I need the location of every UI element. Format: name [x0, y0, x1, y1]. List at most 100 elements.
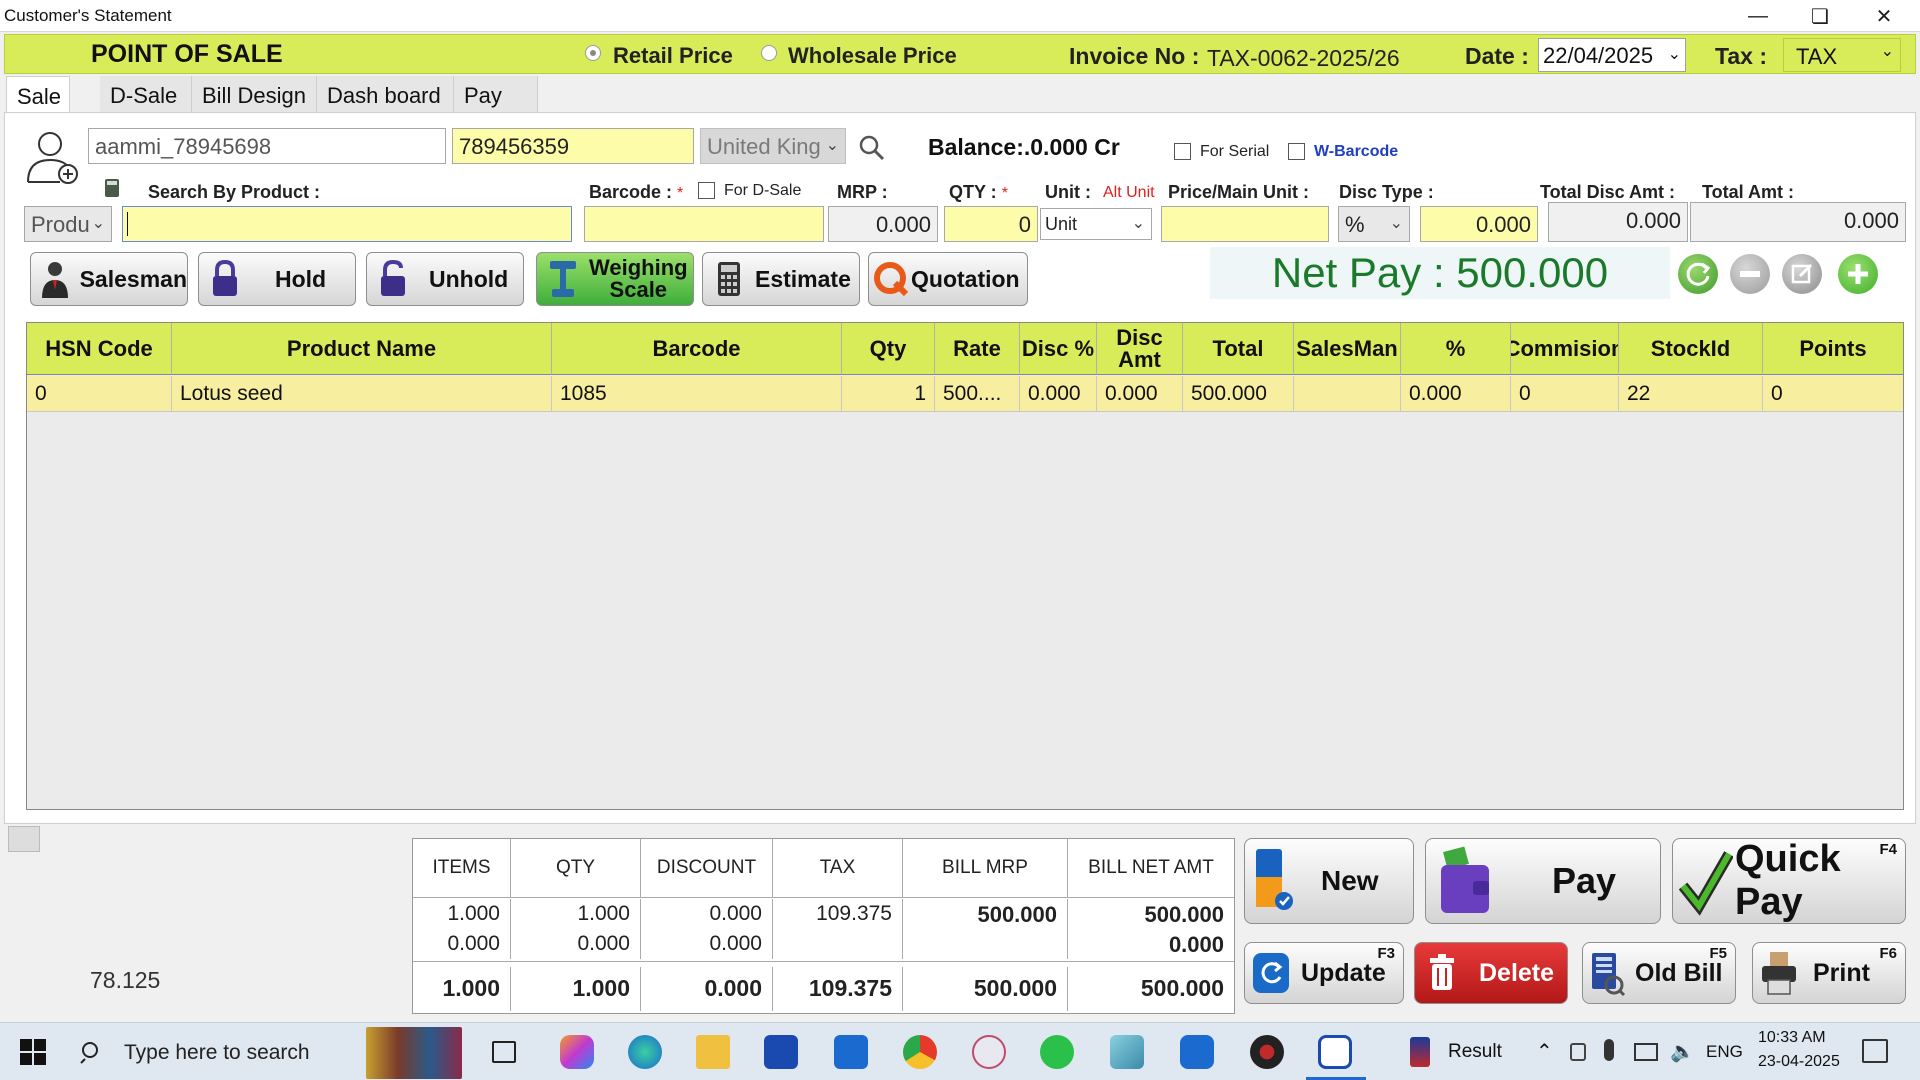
table-cell-hsn[interactable]: 0 — [27, 376, 172, 412]
for-serial-checkbox[interactable] — [1174, 143, 1191, 160]
search-icon[interactable] — [858, 134, 886, 162]
microphone-icon[interactable] — [1604, 1039, 1614, 1061]
column-header-salesman[interactable]: SalesMan — [1294, 323, 1401, 375]
customer-phone-input[interactable]: 789456359 — [452, 128, 694, 164]
mrp-input[interactable]: 0.000 — [828, 206, 938, 242]
unhold-button[interactable]: Unhold — [366, 252, 524, 306]
weighing-scale-button[interactable]: Weighing Scale — [536, 252, 694, 306]
whatsapp-icon[interactable] — [1040, 1035, 1074, 1069]
column-header-rate[interactable]: Rate — [935, 323, 1020, 375]
app-icon[interactable] — [1110, 1035, 1144, 1069]
product-search-input[interactable] — [122, 206, 572, 242]
column-header-disc-percent[interactable]: Disc % — [1020, 323, 1097, 375]
quick-pay-button[interactable]: Quick Pay F4 — [1672, 838, 1906, 924]
calculator-icon[interactable] — [104, 178, 120, 198]
chevron-up-icon[interactable]: ⌃ — [1536, 1039, 1553, 1064]
notifications-icon[interactable] — [1862, 1039, 1888, 1063]
column-header-percent[interactable]: % — [1401, 323, 1511, 375]
w-barcode-checkbox[interactable] — [1288, 143, 1305, 160]
date-picker[interactable]: 22/04/2025 ⌄ — [1538, 38, 1686, 72]
column-header-barcode[interactable]: Barcode — [552, 323, 842, 375]
new-button[interactable]: New — [1244, 838, 1414, 924]
disc-value-input[interactable]: 0.000 — [1420, 206, 1538, 242]
update-button[interactable]: Update F3 — [1244, 942, 1404, 1004]
recorder-icon[interactable] — [1250, 1035, 1284, 1069]
table-cell-commision[interactable]: 0 — [1511, 376, 1619, 412]
volume-icon[interactable]: 🔈 — [1670, 1039, 1695, 1064]
column-header-disc-amt[interactable]: Disc Amt — [1097, 323, 1183, 375]
outlook-icon[interactable] — [834, 1035, 868, 1069]
taskbar-search-box[interactable]: Type here to search — [66, 1023, 466, 1080]
table-cell-product-name[interactable]: Lotus seed — [172, 376, 552, 412]
table-cell-stockid[interactable]: 22 — [1619, 376, 1763, 412]
table-cell-rate[interactable]: 500.... — [935, 376, 1020, 412]
refresh-icon[interactable] — [1678, 254, 1718, 294]
column-header-hsn[interactable]: HSN Code — [27, 323, 172, 375]
add-icon[interactable] — [1838, 254, 1878, 294]
network-icon[interactable] — [1634, 1043, 1658, 1061]
table-cell-disc-percent[interactable]: 0.000 — [1020, 376, 1097, 412]
hold-button[interactable]: Hold — [198, 252, 356, 306]
customer-name-input[interactable]: aammi_78945698 — [88, 128, 446, 164]
price-main-unit-input[interactable] — [1161, 206, 1329, 242]
unit-select[interactable]: Unit ⌄ — [1040, 208, 1152, 240]
chrome-icon[interactable] — [903, 1035, 937, 1069]
column-header-points[interactable]: Points — [1763, 323, 1903, 375]
edge-icon[interactable] — [628, 1035, 662, 1069]
tab-d-sale[interactable]: D-Sale — [100, 76, 192, 114]
table-cell-disc-amt[interactable]: 0.000 — [1097, 376, 1183, 412]
column-header-qty[interactable]: Qty — [842, 323, 935, 375]
disc-type-select[interactable]: % ⌄ — [1338, 206, 1410, 242]
store-icon[interactable] — [764, 1035, 798, 1069]
delete-button[interactable]: Delete — [1414, 942, 1568, 1004]
nba-icon[interactable] — [1410, 1037, 1430, 1067]
column-header-total[interactable]: Total — [1183, 323, 1294, 375]
language-indicator[interactable]: ENG — [1706, 1042, 1743, 1062]
table-cell-qty[interactable]: 1 — [842, 376, 935, 412]
tax-select[interactable]: TAX ⌄ — [1783, 38, 1901, 72]
old-bill-button[interactable]: Old Bill F5 — [1582, 942, 1736, 1004]
copilot-icon[interactable] — [560, 1035, 594, 1069]
table-cell-barcode[interactable]: 1085 — [552, 376, 842, 412]
table-cell-salesman[interactable] — [1294, 376, 1401, 412]
clock-date[interactable]: 23-04-2025 — [1758, 1053, 1840, 1071]
for-dsale-checkbox[interactable] — [698, 182, 715, 199]
salesman-button[interactable]: Salesman — [30, 252, 188, 306]
restore-button[interactable]: ❏ — [1790, 0, 1850, 32]
barcode-input[interactable] — [584, 206, 824, 242]
close-button[interactable]: ✕ — [1854, 0, 1914, 32]
table-cell-total[interactable]: 500.000 — [1183, 376, 1294, 412]
pos-app-icon[interactable] — [1318, 1035, 1352, 1069]
column-header-commision[interactable]: Commision — [1511, 323, 1619, 375]
tab-pay[interactable]: Pay — [454, 76, 538, 114]
minimize-button[interactable]: — — [1728, 0, 1788, 32]
tab-sale[interactable]: Sale — [6, 76, 70, 114]
alt-unit-link[interactable]: Alt Unit — [1103, 184, 1155, 202]
retail-price-radio[interactable] — [585, 45, 601, 61]
snipping-tool-icon[interactable] — [972, 1035, 1006, 1069]
meet-now-icon[interactable] — [1570, 1043, 1586, 1061]
column-header-product-name[interactable]: Product Name — [172, 323, 552, 375]
estimate-button[interactable]: Estimate — [702, 252, 860, 306]
print-button[interactable]: Print F6 — [1752, 942, 1906, 1004]
tab-dashboard[interactable]: Dash board — [317, 76, 454, 114]
column-header-stockid[interactable]: StockId — [1619, 323, 1763, 375]
qty-input[interactable]: 0 — [944, 206, 1038, 242]
remote-desktop-icon[interactable] — [1180, 1035, 1214, 1069]
file-explorer-icon[interactable] — [696, 1035, 730, 1069]
taskbar-result-text[interactable]: Result — [1448, 1041, 1502, 1063]
search-mode-select[interactable]: Produ ⌄ — [24, 206, 112, 242]
task-view-icon[interactable] — [492, 1041, 516, 1063]
add-customer-icon[interactable] — [26, 130, 80, 186]
tab-bill-design[interactable]: Bill Design — [192, 76, 317, 114]
clock-time[interactable]: 10:33 AM — [1758, 1029, 1826, 1047]
edit-icon[interactable] — [1782, 254, 1822, 294]
table-cell-points[interactable]: 0 — [1763, 376, 1903, 412]
table-cell-percent[interactable]: 0.000 — [1401, 376, 1511, 412]
country-select[interactable]: United King ⌄ — [700, 128, 846, 164]
quotation-button[interactable]: Quotation — [868, 252, 1028, 306]
wholesale-price-radio[interactable] — [761, 45, 777, 61]
remove-icon[interactable] — [1730, 254, 1770, 294]
pay-button[interactable]: Pay — [1425, 838, 1661, 924]
windows-start-icon[interactable] — [20, 1039, 46, 1065]
